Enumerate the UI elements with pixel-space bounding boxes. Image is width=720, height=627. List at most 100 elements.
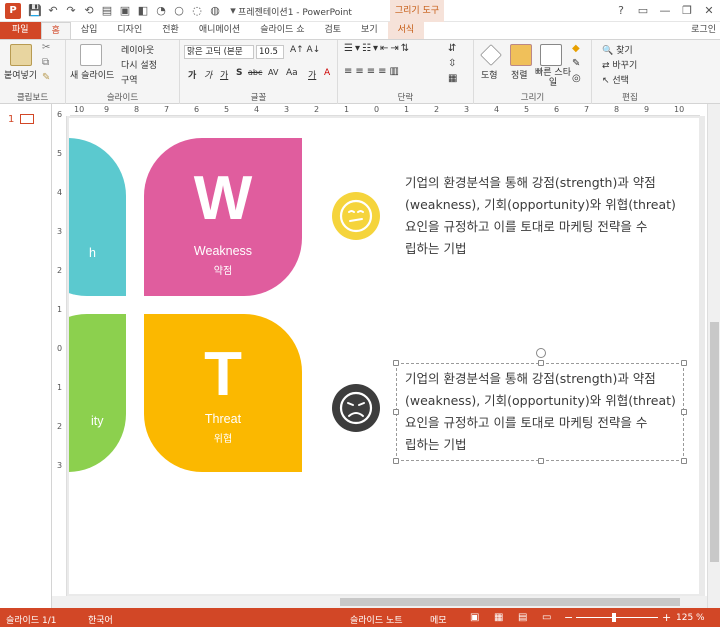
neutral-face-icon[interactable] xyxy=(331,191,381,241)
close-icon[interactable]: ✕ xyxy=(698,0,720,22)
tab-transitions[interactable]: 전환 xyxy=(152,22,189,39)
qat-icon-9[interactable]: ○ xyxy=(172,4,186,18)
quick-styles-button[interactable]: 빠른 스타일 xyxy=(534,68,572,88)
resize-handle-ne[interactable] xyxy=(681,360,687,366)
copy-icon[interactable]: ⧉ xyxy=(42,57,49,68)
language-indicator[interactable]: 한국어 xyxy=(88,613,113,626)
slideshow-view-icon[interactable]: ▭ xyxy=(542,612,551,623)
format-painter-icon[interactable]: ✎ xyxy=(42,72,50,83)
tab-slideshow[interactable]: 슬라이드 쇼 xyxy=(250,22,314,39)
tab-view[interactable]: 보기 xyxy=(351,22,388,39)
ribbon-display-icon[interactable]: ▭ xyxy=(632,0,654,22)
quick-styles-icon[interactable] xyxy=(540,44,562,66)
italic-button[interactable]: 가 xyxy=(204,68,212,81)
qat-icon-6[interactable]: ▣ xyxy=(118,4,132,18)
font-color-button[interactable]: 가 xyxy=(308,68,316,81)
arrange-button[interactable]: 정렬 xyxy=(511,68,528,81)
new-slide-button[interactable]: 새 슬라이드 xyxy=(70,68,114,81)
smartart-icon[interactable]: ▦ xyxy=(448,73,457,84)
minimize-icon[interactable]: — xyxy=(654,0,676,22)
slide-sorter-icon[interactable]: ▦ xyxy=(494,612,503,623)
bullets-icon[interactable]: ☰▾☷▾⇤⇥⇅ xyxy=(344,43,411,54)
char-spacing-button[interactable]: AV xyxy=(268,68,278,77)
new-slide-icon[interactable] xyxy=(80,44,102,66)
strikethrough-button[interactable]: abc xyxy=(248,68,262,77)
resize-handle-w[interactable] xyxy=(393,409,399,415)
save-icon[interactable]: 💾 xyxy=(28,4,42,18)
help-icon[interactable]: ? xyxy=(610,0,632,22)
underline-button[interactable]: 가 xyxy=(220,68,228,81)
align-text-icon[interactable]: ⇳ xyxy=(448,58,456,69)
arrange-icon[interactable] xyxy=(510,44,532,66)
layout-button[interactable]: 레이아웃 xyxy=(121,43,154,56)
login-link[interactable]: 로그인 xyxy=(681,22,720,39)
comments-button[interactable]: 메모 xyxy=(430,613,447,626)
resize-handle-n[interactable] xyxy=(538,360,544,366)
notes-button[interactable]: 슬라이드 노트 xyxy=(350,613,403,626)
reset-button[interactable]: 다시 설정 xyxy=(121,58,157,71)
horizontal-scrollbar[interactable] xyxy=(52,596,707,608)
repeat-icon[interactable]: ⟲ xyxy=(82,4,96,18)
align-icons[interactable]: ≡≡≡≡▥ xyxy=(344,66,402,77)
qat-icon-7[interactable]: ◧ xyxy=(136,4,150,18)
zoom-slider[interactable] xyxy=(576,617,658,618)
zoom-in-button[interactable]: + xyxy=(662,611,671,624)
description-text-2[interactable]: 기업의 환경분석을 통해 강점(strength)과 약점 (weakness)… xyxy=(405,368,676,456)
shapes-button[interactable]: 도형 xyxy=(481,68,498,81)
rotate-handle-icon[interactable] xyxy=(536,348,546,358)
resize-handle-s[interactable] xyxy=(538,458,544,464)
replace-button[interactable]: ⇄ 바꾸기 xyxy=(602,58,637,71)
tab-file[interactable]: 파일 xyxy=(0,22,41,39)
qat-icon-10[interactable]: ◌ xyxy=(190,4,204,18)
section-button[interactable]: 구역 xyxy=(121,73,138,86)
text-direction-icon[interactable]: ⇵ xyxy=(448,43,456,54)
tab-format[interactable]: 서식 xyxy=(387,22,425,39)
grow-font-icon[interactable]: A↑ A↓ xyxy=(290,45,320,55)
vertical-scrollbar[interactable] xyxy=(707,104,720,608)
slide-thumbnail[interactable] xyxy=(20,114,34,124)
zoom-level[interactable]: 125 % xyxy=(676,613,705,623)
tab-home[interactable]: 홈 xyxy=(40,22,71,39)
resize-handle-e[interactable] xyxy=(681,409,687,415)
select-button[interactable]: ↖ 선택 xyxy=(602,73,629,86)
zoom-out-button[interactable]: − xyxy=(564,611,573,624)
reading-view-icon[interactable]: ▤ xyxy=(518,612,527,623)
zoom-slider-knob[interactable] xyxy=(612,613,616,622)
horizontal-scroll-thumb[interactable] xyxy=(340,598,680,606)
font-name-select[interactable]: 맑은 고딕 (본문 xyxy=(184,45,254,59)
shape-outline-icon[interactable]: ✎ xyxy=(572,58,580,69)
normal-view-icon[interactable]: ▣ xyxy=(470,612,479,623)
quadrant-o[interactable]: ity xyxy=(69,314,126,472)
slide[interactable]: h W Weakness 약점 ity T Threat 위협 기업의 환경분석… xyxy=(69,118,699,594)
paste-icon[interactable] xyxy=(10,44,32,66)
shape-fill-icon[interactable]: ◆ xyxy=(572,43,580,54)
description-text-1[interactable]: 기업의 환경분석을 통해 강점(strength)과 약점 (weakness)… xyxy=(405,172,676,260)
resize-handle-nw[interactable] xyxy=(393,360,399,366)
qat-icon-8[interactable]: ◔ xyxy=(154,4,168,18)
tab-review[interactable]: 검토 xyxy=(314,22,351,39)
shadow-button[interactable]: S xyxy=(236,68,242,78)
vertical-scroll-thumb[interactable] xyxy=(710,322,719,562)
redo-icon[interactable]: ↷ xyxy=(64,4,78,18)
resize-handle-sw[interactable] xyxy=(393,458,399,464)
resize-handle-se[interactable] xyxy=(681,458,687,464)
qat-icon-5[interactable]: ▤ xyxy=(100,4,114,18)
highlight-button[interactable]: A xyxy=(324,68,330,78)
restore-icon[interactable]: ❐ xyxy=(676,0,698,22)
undo-icon[interactable]: ↶ xyxy=(46,4,60,18)
quadrant-s[interactable]: h xyxy=(69,138,126,296)
change-case-button[interactable]: Aa xyxy=(286,68,298,78)
shape-effects-icon[interactable]: ◎ xyxy=(572,73,581,84)
tab-insert[interactable]: 삽입 xyxy=(71,22,108,39)
tab-animations[interactable]: 애니메이션 xyxy=(189,22,250,39)
cut-icon[interactable]: ✂ xyxy=(42,42,50,53)
paste-button[interactable]: 붙여넣기 xyxy=(4,68,37,81)
quadrant-t[interactable]: T Threat 위협 xyxy=(144,314,302,472)
find-button[interactable]: 🔍 찾기 xyxy=(602,43,633,56)
font-size-select[interactable]: 10.5 xyxy=(256,45,284,59)
tab-design[interactable]: 디자인 xyxy=(107,22,152,39)
quadrant-w[interactable]: W Weakness 약점 xyxy=(144,138,302,296)
shapes-icon[interactable] xyxy=(480,44,502,66)
sad-face-icon[interactable] xyxy=(331,383,381,433)
bold-button[interactable]: 가 xyxy=(188,68,196,81)
